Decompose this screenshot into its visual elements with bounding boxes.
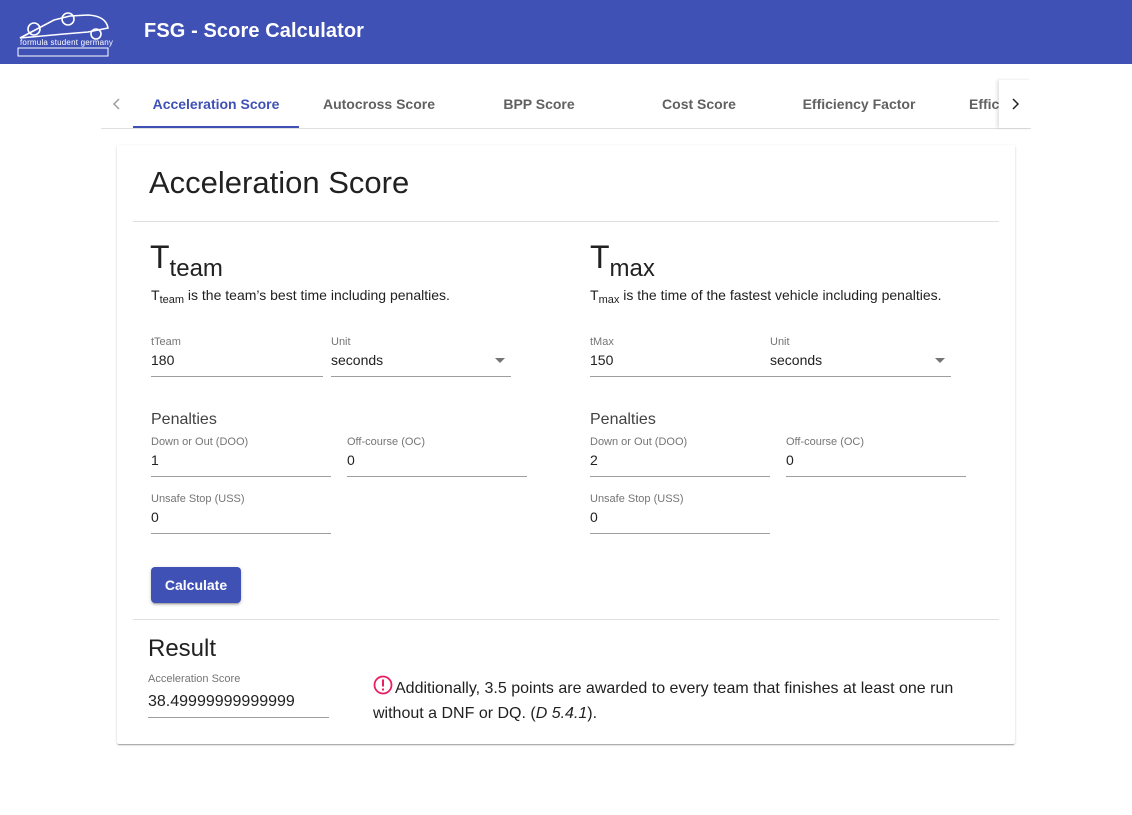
tteam-oc-input[interactable]: Off-course (OC) 0: [347, 436, 527, 477]
tab-efficiency-factor[interactable]: Efficiency Factor: [779, 80, 939, 128]
tmax-description: Tmax is the time of the fastest vehicle …: [590, 287, 942, 306]
app-toolbar: formula student germany FSG - Score Calc…: [0, 0, 1132, 64]
tab-bpp-score[interactable]: BPP Score: [459, 80, 619, 128]
tmax-oc-input[interactable]: Off-course (OC) 0: [786, 436, 966, 477]
result-divider: [133, 619, 999, 620]
bonus-note: Additionally, 3.5 points are awarded to …: [373, 675, 973, 726]
chevron-left-icon: [112, 98, 120, 110]
tab-cost-score[interactable]: Cost Score: [619, 80, 779, 128]
tab-bar: Acceleration Score Autocross Score BPP S…: [101, 80, 1031, 129]
card-title: Acceleration Score: [149, 165, 410, 200]
app-title: FSG - Score Calculator: [144, 20, 365, 42]
result-title: Result: [148, 635, 217, 662]
formula-student-logo: [17, 12, 109, 57]
tteam-uss-input[interactable]: Unsafe Stop (USS) 0: [151, 493, 331, 534]
calculate-button[interactable]: Calculate: [151, 567, 241, 603]
chevron-right-icon: [1012, 98, 1020, 110]
tteam-doo-input[interactable]: Down or Out (DOO) 1: [151, 436, 331, 477]
tab-autocross-score[interactable]: Autocross Score: [299, 80, 459, 128]
title-divider: [133, 221, 999, 222]
tab-efficiency-partial[interactable]: Effici: [969, 80, 999, 128]
tteam-input[interactable]: tTeam 180: [151, 336, 323, 377]
tteam-penalties-title: Penalties: [151, 411, 217, 428]
tmax-doo-input[interactable]: Down or Out (DOO) 2: [590, 436, 770, 477]
acceleration-card: Acceleration Score Tteam Tteam is the te…: [117, 145, 1015, 744]
tab-scroll-right-button[interactable]: [999, 80, 1031, 128]
tmax-uss-input[interactable]: Unsafe Stop (USS) 0: [590, 493, 770, 534]
tteam-symbol: Tteam: [150, 239, 223, 282]
logo-text: formula student germany: [20, 38, 114, 47]
tteam-description: Tteam is the team’s best time including …: [151, 287, 450, 306]
tab-acceleration-score[interactable]: Acceleration Score: [136, 80, 296, 128]
dropdown-arrow-icon: [495, 358, 505, 363]
tmax-unit-select[interactable]: Unit seconds: [770, 336, 951, 377]
warning-circle-icon: [373, 675, 393, 695]
acceleration-score-output[interactable]: Acceleration Score 38.49999999999999: [148, 673, 329, 718]
tabs-viewport: Acceleration Score Autocross Score BPP S…: [133, 80, 999, 128]
tmax-input[interactable]: tMax 150: [590, 336, 770, 377]
tmax-symbol: Tmax: [590, 239, 655, 282]
tab-scroll-left-button[interactable]: [101, 80, 133, 128]
dropdown-arrow-icon: [935, 358, 945, 363]
tmax-penalties-title: Penalties: [590, 411, 656, 428]
active-tab-indicator: [133, 126, 299, 128]
tteam-unit-select[interactable]: Unit seconds: [331, 336, 511, 377]
